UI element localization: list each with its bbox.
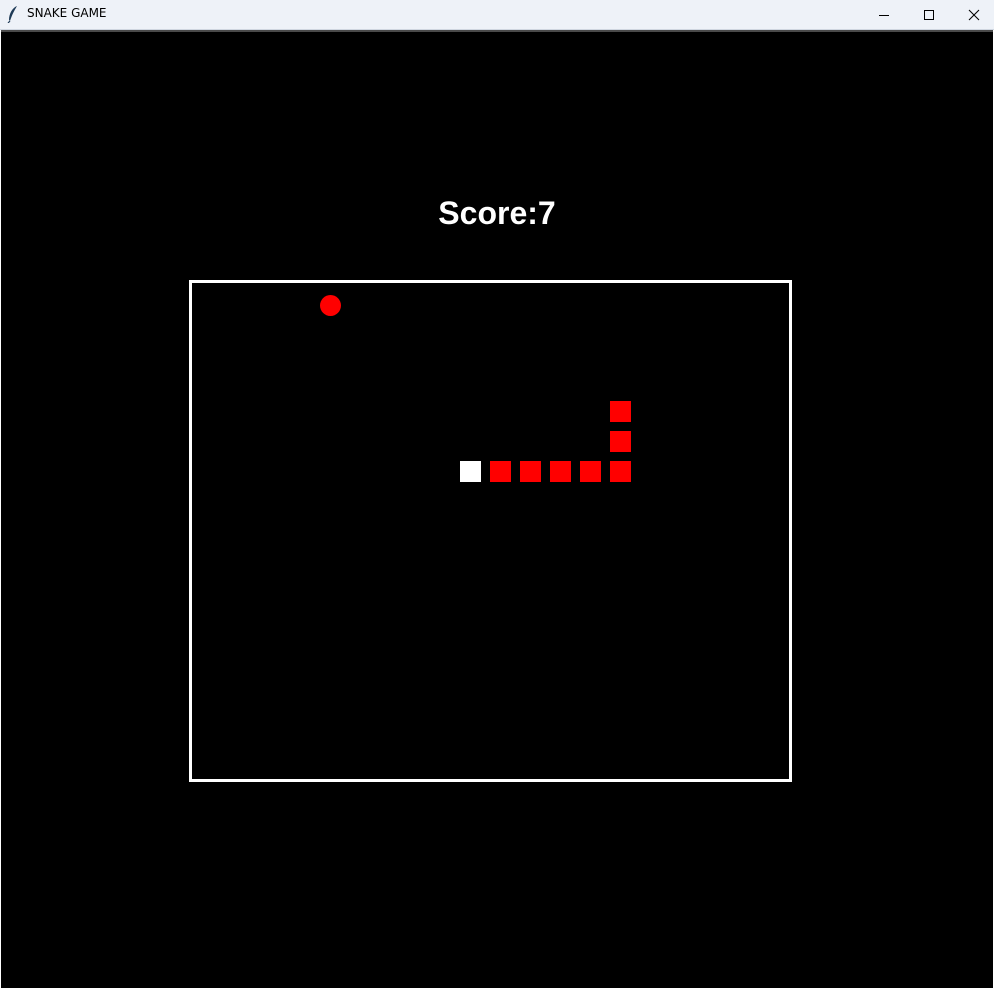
close-button[interactable]	[951, 0, 994, 29]
feather-icon	[7, 6, 17, 23]
snake-segment	[610, 401, 631, 422]
game-board	[189, 280, 792, 782]
score-label: Score:7	[438, 195, 556, 231]
snake-segment	[610, 431, 631, 452]
close-icon	[968, 9, 980, 20]
maximize-button[interactable]	[906, 0, 952, 29]
window-title: SNAKE GAME	[27, 6, 107, 20]
food-pellet	[320, 295, 341, 316]
maximize-icon	[924, 9, 934, 20]
minimize-icon	[879, 14, 889, 16]
snake-segment	[490, 461, 511, 482]
snake-segment	[520, 461, 541, 482]
snake-segment	[580, 461, 601, 482]
title-bar[interactable]: SNAKE GAME	[0, 0, 994, 30]
snake-head	[460, 461, 481, 482]
minimize-button[interactable]	[861, 0, 907, 29]
snake-segment	[550, 461, 571, 482]
snake-segment	[610, 461, 631, 482]
